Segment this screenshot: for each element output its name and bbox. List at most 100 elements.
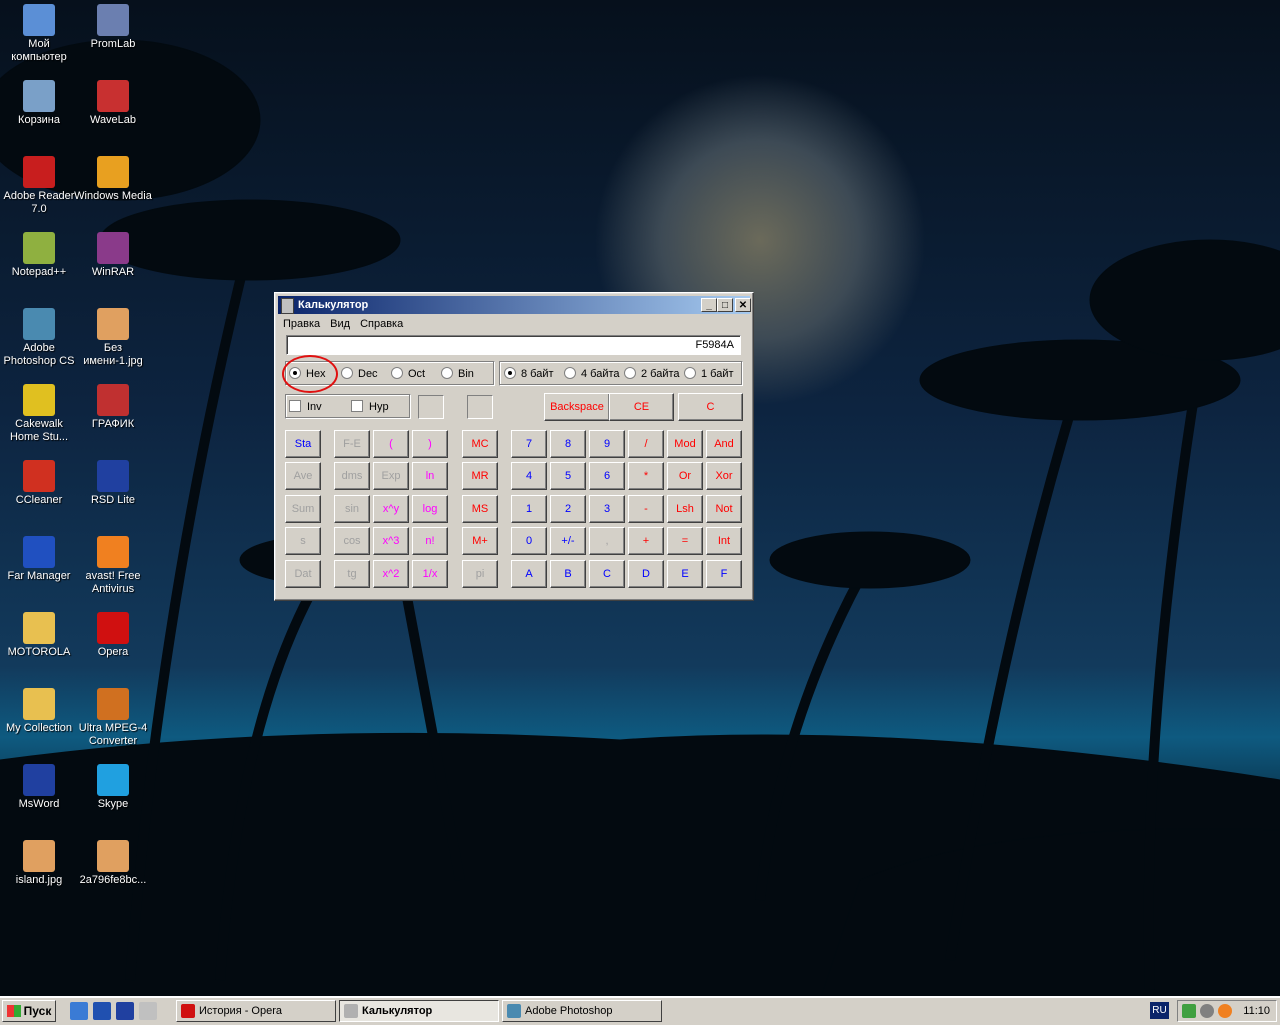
title-bar[interactable]: Калькулятор _ □ ✕ [278, 296, 751, 314]
calc-button[interactable]: log [412, 495, 448, 523]
radio-size-2[interactable]: 2 байта [624, 367, 680, 381]
calc-button[interactable]: C [589, 560, 625, 588]
calc-button[interactable]: 0 [511, 527, 547, 555]
calc-button[interactable]: Mod [667, 430, 703, 458]
clock[interactable]: 11:10 [1243, 1001, 1270, 1021]
calc-button[interactable]: pi [462, 560, 498, 588]
calc-button[interactable]: CE [609, 393, 674, 421]
desktop-icon[interactable]: RSD Lite [74, 460, 152, 507]
radio-oct[interactable]: Oct [391, 367, 425, 381]
calc-button[interactable]: / [628, 430, 664, 458]
calc-button[interactable]: n! [412, 527, 448, 555]
calc-button[interactable]: Exp [373, 462, 409, 490]
calc-button[interactable]: Or [667, 462, 703, 490]
ie-icon[interactable] [70, 1002, 88, 1020]
desktop-icon[interactable]: MsWord [0, 764, 78, 811]
calc-button[interactable]: ( [373, 430, 409, 458]
desktop-icon[interactable]: WinRAR [74, 232, 152, 279]
calc-button[interactable]: 7 [511, 430, 547, 458]
calc-button[interactable]: cos [334, 527, 370, 555]
calc-button[interactable]: x^3 [373, 527, 409, 555]
calc-button[interactable]: sin [334, 495, 370, 523]
desktop-icon[interactable]: island.jpg [0, 840, 78, 887]
taskbar-task[interactable]: Adobe Photoshop [502, 1000, 662, 1022]
calc-button[interactable]: Sta [285, 430, 321, 458]
desktop-icon[interactable]: 2a796fe8bc... [74, 840, 152, 887]
desktop-icon[interactable]: Без имени-1.jpg [74, 308, 152, 368]
calc-button[interactable]: Int [706, 527, 742, 555]
calc-button[interactable]: + [628, 527, 664, 555]
calc-button[interactable]: 5 [550, 462, 586, 490]
calc-button[interactable]: 9 [589, 430, 625, 458]
calc-button[interactable]: tg [334, 560, 370, 588]
radio-size-3[interactable]: 1 байт [684, 367, 734, 381]
desktop-icon[interactable]: Adobe Reader 7.0 [0, 156, 78, 216]
desktop-icon[interactable]: MOTOROLA [0, 612, 78, 659]
calc-button[interactable]: Lsh [667, 495, 703, 523]
calc-button[interactable]: ) [412, 430, 448, 458]
calc-button[interactable]: dms [334, 462, 370, 490]
calc-button[interactable]: MR [462, 462, 498, 490]
calc-button[interactable]: M+ [462, 527, 498, 555]
radio-bin[interactable]: Bin [441, 367, 474, 381]
calc-button[interactable]: +/- [550, 527, 586, 555]
calc-button[interactable]: F-E [334, 430, 370, 458]
desktop-icon[interactable]: Opera [74, 612, 152, 659]
calc-button[interactable]: s [285, 527, 321, 555]
calc-button[interactable]: x^2 [373, 560, 409, 588]
minimize-button[interactable]: _ [701, 298, 717, 312]
calc-button[interactable]: 8 [550, 430, 586, 458]
checkbox-inv[interactable]: Inv [289, 400, 322, 414]
radio-size-0[interactable]: 8 байт [504, 367, 554, 381]
calc-button[interactable]: 2 [550, 495, 586, 523]
calc-button[interactable]: B [550, 560, 586, 588]
calc-button[interactable]: 3 [589, 495, 625, 523]
checkbox-hyp[interactable]: Hyp [351, 400, 389, 414]
calc-button[interactable]: Backspace [544, 393, 610, 421]
desktop-icon[interactable]: Мой компьютер [0, 4, 78, 64]
desktop-icon[interactable]: WaveLab [74, 80, 152, 127]
calc-button[interactable]: ln [412, 462, 448, 490]
menu-view[interactable]: Вид [325, 315, 355, 333]
desktop-icon[interactable]: Skype [74, 764, 152, 811]
calc-button[interactable]: Sum [285, 495, 321, 523]
desktop-icon[interactable]: PromLab [74, 4, 152, 51]
calc-button[interactable]: C [678, 393, 743, 421]
desktop-icon[interactable]: Adobe Photoshop CS [0, 308, 78, 368]
calculator-icon[interactable] [139, 1002, 157, 1020]
calc-button[interactable]: 1 [511, 495, 547, 523]
desktop-icon[interactable]: Windows Media [74, 156, 152, 203]
desktop-icon[interactable]: ГРАФИК [74, 384, 152, 431]
desktop-icon[interactable]: CCleaner [0, 460, 78, 507]
calc-button[interactable]: F [706, 560, 742, 588]
msword-icon[interactable] [116, 1002, 134, 1020]
start-button[interactable]: Пуск [2, 1000, 56, 1022]
desktop-icon[interactable]: Корзина [0, 80, 78, 127]
calc-button[interactable]: E [667, 560, 703, 588]
calc-button[interactable]: 4 [511, 462, 547, 490]
network-icon[interactable] [1182, 1004, 1196, 1018]
avast-icon[interactable] [1218, 1004, 1232, 1018]
maximize-button[interactable]: □ [717, 298, 733, 312]
calc-button[interactable]: A [511, 560, 547, 588]
radio-size-1[interactable]: 4 байта [564, 367, 620, 381]
calc-button[interactable]: 6 [589, 462, 625, 490]
desktop-icon[interactable]: Ultra MPEG-4 Converter [74, 688, 152, 748]
calc-button[interactable]: D [628, 560, 664, 588]
radio-dec[interactable]: Dec [341, 367, 378, 381]
calc-button[interactable]: Not [706, 495, 742, 523]
menu-help[interactable]: Справка [355, 315, 408, 333]
taskbar-task[interactable]: Калькулятор [339, 1000, 499, 1022]
calc-button[interactable]: x^y [373, 495, 409, 523]
language-indicator[interactable]: RU [1150, 1002, 1169, 1019]
close-button[interactable]: ✕ [735, 298, 751, 312]
calc-button[interactable]: , [589, 527, 625, 555]
desktop-icon[interactable]: My Collection [0, 688, 78, 735]
calc-button[interactable]: And [706, 430, 742, 458]
desktop-icon[interactable]: Far Manager [0, 536, 78, 583]
calc-button[interactable]: Ave [285, 462, 321, 490]
calc-button[interactable]: = [667, 527, 703, 555]
calc-button[interactable]: MS [462, 495, 498, 523]
calc-button[interactable]: MC [462, 430, 498, 458]
speaker-icon[interactable] [1200, 1004, 1214, 1018]
